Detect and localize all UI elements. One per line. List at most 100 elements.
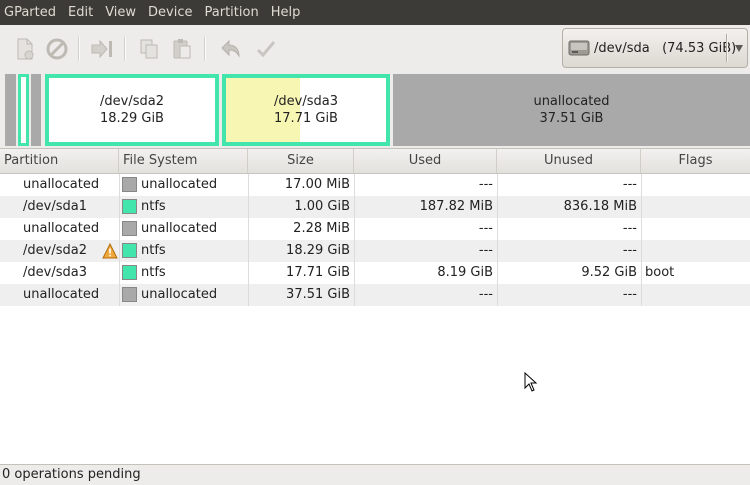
graph-segment-name: /dev/sda2 <box>100 94 164 109</box>
graph-segment-unallocated[interactable] <box>31 74 41 146</box>
cell-flags <box>645 284 750 306</box>
column-divider <box>119 262 120 284</box>
table-row[interactable]: /dev/sda1 ntfs 1.00 GiB 187.82 MiB 836.18 Mi… <box>0 196 750 218</box>
graph-segment-sda3[interactable]: /dev/sda3 17.71 GiB <box>222 74 390 146</box>
column-divider <box>641 196 642 218</box>
undo-button[interactable] <box>218 37 242 61</box>
filesystem-color-swatch <box>122 265 137 280</box>
cell-size: 1.00 GiB <box>294 199 350 214</box>
apply-button[interactable] <box>254 37 278 61</box>
cell-filesystem: unallocated <box>141 221 218 236</box>
graph-segment-size: 17.71 GiB <box>274 111 338 126</box>
column-divider <box>119 196 120 218</box>
cell-size: 17.71 GiB <box>286 265 350 280</box>
partition-graph: /dev/sda2 18.29 GiB /dev/sda3 17.71 GiB … <box>3 74 750 146</box>
cell-flags <box>645 174 750 196</box>
cell-flags <box>645 218 750 240</box>
column-header-used[interactable]: Used <box>354 149 497 173</box>
mouse-cursor-icon <box>524 372 538 392</box>
cell-unused: 9.52 GiB <box>581 265 637 280</box>
cell-filesystem: ntfs <box>141 199 166 214</box>
cell-unused: --- <box>622 221 637 236</box>
undo-icon <box>221 39 240 58</box>
resize-move-icon <box>91 39 112 59</box>
column-header-flags[interactable]: Flags <box>641 149 750 173</box>
copy-button[interactable] <box>137 37 161 61</box>
column-divider <box>641 262 642 284</box>
device-selector[interactable]: /dev/sda (74.53 GiB) <box>562 28 748 68</box>
delete-button[interactable] <box>45 37 69 61</box>
status-text: 0 operations pending <box>2 467 141 482</box>
table-row[interactable]: unallocated unallocated 2.28 MiB --- --- <box>0 218 750 240</box>
column-header-size[interactable]: Size <box>248 149 354 173</box>
paste-icon <box>173 39 191 59</box>
chevron-down-icon <box>735 45 743 52</box>
cell-partition: /dev/sda3 <box>23 265 87 280</box>
toolbar-separator <box>204 37 206 61</box>
cell-filesystem: unallocated <box>141 287 218 302</box>
toolbar-separator <box>78 37 80 61</box>
cell-flags <box>645 196 750 218</box>
graph-segment-name: /dev/sda3 <box>274 94 338 109</box>
cell-filesystem: ntfs <box>141 243 166 258</box>
cell-partition: unallocated <box>23 221 100 236</box>
table-header: Partition File System Size Used Unused F… <box>0 149 750 174</box>
apply-icon <box>256 41 276 58</box>
graph-segment-unallocated-large[interactable]: unallocated 37.51 GiB <box>393 74 750 146</box>
harddisk-icon <box>568 40 590 56</box>
cell-used: 187.82 MiB <box>419 199 493 214</box>
cell-size: 37.51 GiB <box>286 287 350 302</box>
warning-icon <box>102 243 118 259</box>
table-row[interactable]: /dev/sda3 ntfs 17.71 GiB 8.19 GiB 9.52 GiB bo… <box>0 262 750 284</box>
column-header-unused[interactable]: Unused <box>497 149 641 173</box>
cell-size: 2.28 MiB <box>293 221 350 236</box>
delete-icon <box>46 38 68 60</box>
cell-partition: unallocated <box>23 287 100 302</box>
toolbar-separator <box>124 37 126 61</box>
table-row[interactable]: unallocated unallocated 17.00 MiB --- --- <box>0 174 750 196</box>
menu-gparted[interactable]: GParted <box>0 0 62 25</box>
filesystem-color-swatch <box>122 243 137 258</box>
cell-used: --- <box>478 221 493 236</box>
resize-move-button[interactable] <box>90 37 114 61</box>
cell-used: --- <box>478 243 493 258</box>
menubar: GParted Edit View Device Partition Help <box>0 0 750 25</box>
cell-unused: 836.18 MiB <box>563 199 637 214</box>
partition-table: Partition File System Size Used Unused F… <box>0 148 750 464</box>
new-partition-button[interactable] <box>13 37 37 61</box>
column-header-filesystem[interactable]: File System <box>119 149 248 173</box>
graph-segment-sda2[interactable]: /dev/sda2 18.29 GiB <box>45 74 219 146</box>
column-divider <box>641 174 642 196</box>
table-row[interactable]: /dev/sda2 ntfs 18.29 GiB --- --- <box>0 240 750 262</box>
column-divider <box>641 284 642 306</box>
column-header-partition[interactable]: Partition <box>0 149 119 173</box>
cell-filesystem: ntfs <box>141 265 166 280</box>
menu-device[interactable]: Device <box>142 0 198 25</box>
graph-segment-sda1[interactable] <box>18 74 29 146</box>
column-divider <box>119 284 120 306</box>
menu-edit[interactable]: Edit <box>62 0 99 25</box>
graph-segment-unallocated[interactable] <box>5 74 16 146</box>
column-divider <box>119 218 120 240</box>
graph-segment-size: 18.29 GiB <box>100 111 164 126</box>
paste-button[interactable] <box>170 37 194 61</box>
filesystem-color-swatch <box>122 177 137 192</box>
menu-help[interactable]: Help <box>265 0 307 25</box>
device-selector-value: /dev/sda (74.53 GiB) <box>594 40 737 56</box>
cell-used: --- <box>478 287 493 302</box>
cell-used: --- <box>478 177 493 192</box>
menu-view[interactable]: View <box>99 0 142 25</box>
menu-partition[interactable]: Partition <box>199 0 265 25</box>
cell-flags: boot <box>645 265 675 280</box>
filesystem-color-swatch <box>122 199 137 214</box>
combo-separator <box>726 34 728 62</box>
graph-segment-name: unallocated <box>533 94 610 109</box>
cell-filesystem: unallocated <box>141 177 218 192</box>
column-divider <box>641 240 642 262</box>
cell-partition: /dev/sda1 <box>23 199 87 214</box>
table-row[interactable]: unallocated unallocated 37.51 GiB --- --- <box>0 284 750 306</box>
cell-used: 8.19 GiB <box>437 265 493 280</box>
cell-unused: --- <box>622 177 637 192</box>
cell-size: 17.00 MiB <box>284 177 350 192</box>
new-partition-icon <box>17 38 34 60</box>
